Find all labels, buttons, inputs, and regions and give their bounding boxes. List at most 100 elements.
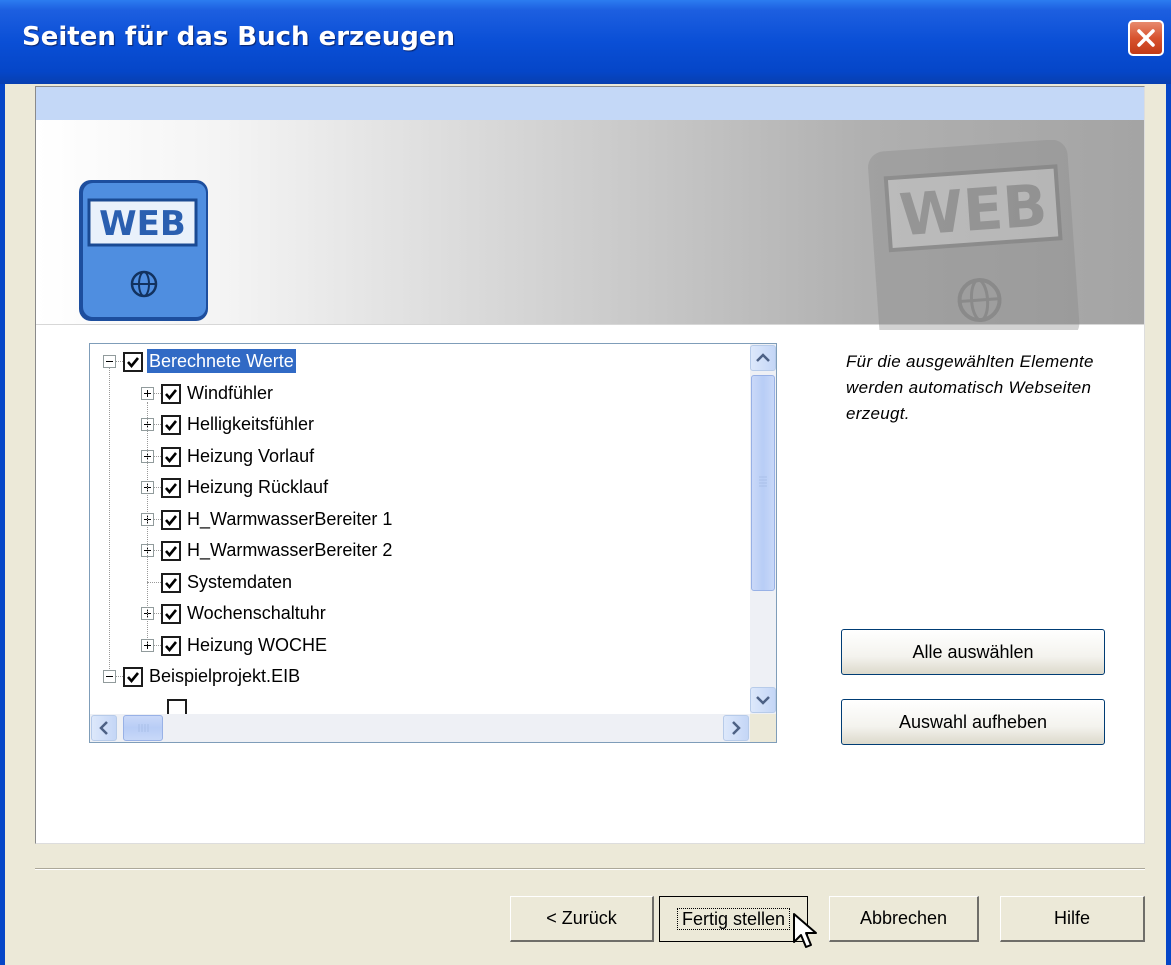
tree-checkbox[interactable]: [161, 541, 181, 561]
finish-button[interactable]: Fertig stellen: [659, 896, 808, 942]
checkmark-icon: [165, 546, 178, 558]
tree-item-label: H_WarmwasserBereiter 1: [187, 508, 393, 529]
tree-item[interactable]: H_WarmwasserBereiter 2: [90, 535, 750, 565]
title-bar[interactable]: Seiten für das Buch erzeugen: [0, 0, 1171, 84]
tree-item[interactable]: Heizung Vorlauf: [90, 441, 750, 471]
tree-connector: [154, 550, 161, 551]
tree-item-label: Systemdaten: [187, 571, 293, 592]
web-watermark-label: WEB: [897, 171, 1049, 249]
tree-checkbox[interactable]: [161, 446, 181, 467]
tree-item-label: Heizung Vorlauf: [187, 445, 315, 466]
select-all-button[interactable]: Alle auswählen: [841, 629, 1105, 675]
tree-checkbox[interactable]: [161, 415, 181, 435]
description-text: Für die ausgewählten Elemente werden aut…: [846, 352, 1094, 423]
chevron-up-icon: [756, 353, 770, 362]
tree-item[interactable]: Systemdaten: [90, 567, 750, 597]
tree-list: Berechnete Werte Windfühler Helligkeitsfüh…: [90, 344, 750, 714]
deselect-button[interactable]: Auswahl aufheben: [841, 699, 1105, 745]
scroll-right-button[interactable]: [723, 715, 749, 741]
web-icon-label: WEB: [99, 204, 186, 244]
back-button[interactable]: < Zurück: [510, 896, 654, 942]
horizontal-scroll-thumb[interactable]: [123, 715, 163, 741]
tree-item-label: Beispielprojekt.EIB: [149, 666, 301, 686]
tree-item-label: H_WarmwasserBereiter 2: [187, 540, 393, 560]
mouse-cursor-icon: [793, 913, 817, 948]
tree-item[interactable]: Beispielprojekt.EIB: [90, 661, 750, 691]
checkmark-icon: [165, 640, 178, 652]
checkmark-icon: [165, 514, 178, 526]
checkmark-icon: [165, 577, 178, 589]
wizard-panel: WEB WEB Berechnete Werte Windfühler Hellig…: [35, 86, 1145, 844]
tree-item[interactable]: Heizung Rücklauf: [90, 472, 750, 502]
element-tree[interactable]: Berechnete Werte Windfühler Helligkeitsfüh…: [89, 343, 777, 743]
scroll-down-button[interactable]: [750, 687, 776, 713]
help-button[interactable]: Hilfe: [1000, 896, 1145, 942]
expand-icon[interactable]: [141, 386, 154, 400]
tree-item-partial: [167, 698, 187, 714]
grip-icon: [138, 724, 149, 732]
window-frame-right: [1166, 84, 1171, 965]
scroll-up-button[interactable]: [750, 345, 776, 371]
window-title: Seiten für das Buch erzeugen: [22, 22, 456, 52]
collapse-icon[interactable]: [103, 355, 116, 368]
tree-connector: [147, 581, 161, 583]
tree-item[interactable]: Berechnete Werte: [90, 346, 750, 376]
tree-checkbox[interactable]: [161, 572, 181, 593]
tree-checkbox[interactable]: [161, 604, 181, 624]
tree-connector: [154, 392, 161, 394]
chevron-left-icon: [99, 721, 108, 735]
chevron-right-icon: [732, 721, 741, 735]
vertical-scroll-thumb[interactable]: [751, 375, 775, 591]
tree-checkbox[interactable]: [123, 352, 143, 372]
tree-item-label: Berechnete Werte: [147, 349, 296, 373]
tree-checkbox[interactable]: [161, 478, 181, 498]
scroll-left-button[interactable]: [91, 715, 117, 741]
tree-connector: [154, 644, 161, 646]
close-icon: [1137, 29, 1155, 47]
tree-item[interactable]: Heizung WOCHE: [90, 630, 750, 660]
tree-item-label: Windfühler: [187, 382, 274, 403]
grip-icon: [759, 476, 767, 487]
scrollbar-corner: [750, 714, 776, 742]
checkmark-icon: [127, 672, 140, 684]
chevron-down-icon: [756, 696, 770, 705]
window-frame-left: [0, 84, 5, 965]
tree-item-label: Wochenschaltuhr: [187, 603, 326, 623]
dialog-window: Seiten für das Buch erzeugen WEB WEB Ber…: [0, 0, 1171, 965]
tree-connector: [116, 676, 123, 677]
checkmark-icon: [165, 483, 178, 495]
wizard-banner: WEB WEB: [36, 120, 1144, 330]
close-button[interactable]: [1128, 20, 1164, 56]
tree-item-label: Heizung WOCHE: [187, 634, 328, 655]
tree-connector: [154, 455, 161, 457]
tree-connector: [154, 424, 161, 425]
web-book-icon: WEB: [79, 180, 208, 321]
checkmark-icon: [165, 609, 178, 621]
tree-item-label: Heizung Rücklauf: [187, 477, 329, 497]
checkmark-icon: [127, 357, 140, 369]
separator-highlight: [35, 869, 1145, 870]
tree-checkbox[interactable]: [161, 509, 181, 530]
tree-item[interactable]: Windfühler: [90, 378, 750, 408]
tree-item[interactable]: Helligkeitsfühler: [90, 409, 750, 439]
tree-connector: [116, 361, 123, 362]
cancel-button[interactable]: Abbrechen: [829, 896, 979, 942]
checkmark-icon: [165, 420, 178, 432]
web-watermark-icon: WEB: [868, 140, 1080, 330]
tree-item-label: Helligkeitsfühler: [187, 414, 315, 434]
collapse-icon[interactable]: [103, 670, 116, 683]
tree-connector-vertical: [147, 401, 148, 644]
checkmark-icon: [165, 451, 178, 463]
tree-checkbox[interactable]: [161, 383, 181, 404]
tree-checkbox[interactable]: [123, 667, 143, 687]
tree-item[interactable]: Wochenschaltuhr: [90, 598, 750, 628]
tree-checkbox[interactable]: [161, 635, 181, 656]
tree-connector-vertical: [109, 368, 110, 669]
header-strip: [36, 87, 1144, 120]
checkmark-icon: [165, 388, 178, 400]
vertical-scrollbar[interactable]: [750, 344, 776, 714]
horizontal-scrollbar[interactable]: [90, 714, 750, 742]
finish-label: Fertig stellen: [676, 908, 791, 930]
tree-connector: [154, 613, 161, 614]
tree-item[interactable]: H_WarmwasserBereiter 1: [90, 504, 750, 534]
